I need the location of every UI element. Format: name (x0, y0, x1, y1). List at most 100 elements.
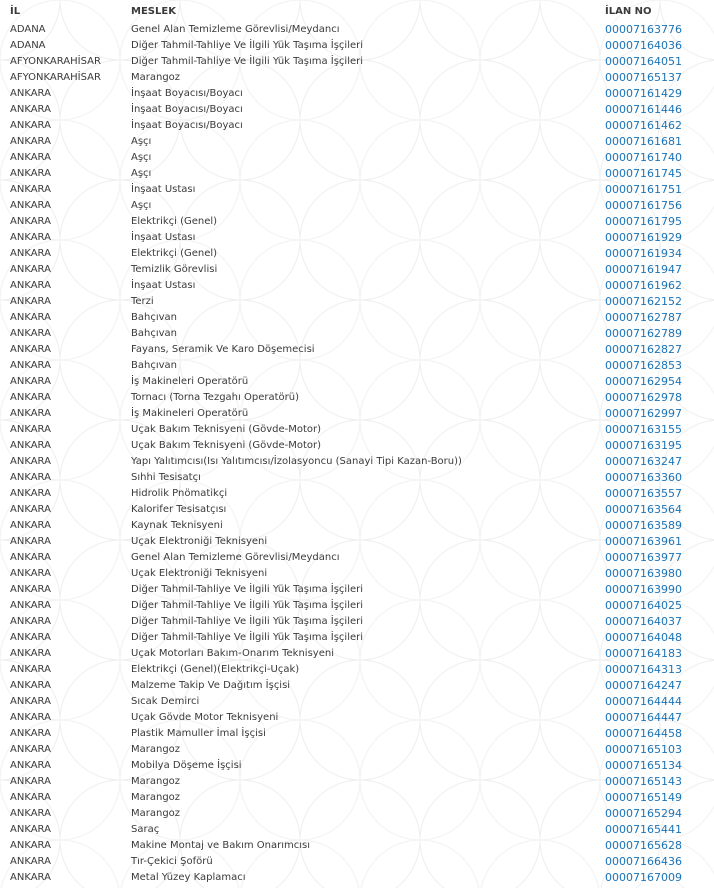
ilan-no-link[interactable]: 00007162954 (605, 375, 682, 388)
table-row: ANKARA Marangoz 00007165103 (0, 742, 714, 758)
ilan-no-link[interactable]: 00007161462 (605, 119, 682, 132)
ilan-no-link[interactable]: 00007162789 (605, 327, 682, 340)
cell-il: ANKARA (10, 152, 51, 163)
cell-il: ANKARA (10, 584, 51, 595)
ilan-no-link[interactable]: 00007161756 (605, 199, 682, 212)
cell-ilan-no: 00007165137 (603, 70, 714, 86)
ilan-no-link[interactable]: 00007161745 (605, 167, 682, 180)
ilan-no-link[interactable]: 00007164444 (605, 695, 682, 708)
ilan-no-link[interactable]: 00007161962 (605, 279, 682, 292)
ilan-no-link[interactable]: 00007163360 (605, 471, 682, 484)
ilan-no-link[interactable]: 00007167009 (605, 871, 682, 884)
header-row: İL MESLEK İLAN NO (0, 0, 714, 22)
ilan-no-link[interactable]: 00007165294 (605, 807, 682, 820)
cell-meslek: Diğer Tahmil-Tahliye Ve İlgili Yük Taşım… (131, 616, 364, 627)
ilan-no-link[interactable]: 00007161929 (605, 231, 682, 244)
ilan-no-link[interactable]: 00007161934 (605, 247, 682, 260)
cell-meslek: Kaynak Teknisyeni (131, 520, 223, 531)
table-row: ANKARA İş Makineleri Operatörü 00007162954 (0, 374, 714, 390)
ilan-no-link[interactable]: 00007164036 (605, 39, 682, 52)
cell-ilan-no: 00007164036 (603, 38, 714, 54)
ilan-no-link[interactable]: 00007163776 (605, 23, 682, 36)
ilan-no-link[interactable]: 00007164037 (605, 615, 682, 628)
ilan-no-link[interactable]: 00007165441 (605, 823, 682, 836)
cell-il: ANKARA (10, 280, 51, 291)
table-row: ANKARA Elektrikçi (Genel) 00007161795 (0, 214, 714, 230)
ilan-no-link[interactable]: 00007164048 (605, 631, 682, 644)
ilan-no-link[interactable]: 00007163247 (605, 455, 682, 468)
cell-il: ANKARA (10, 200, 51, 211)
ilan-no-link[interactable]: 00007162152 (605, 295, 682, 308)
cell-il: AFYONKARAHİSAR (10, 72, 101, 83)
ilan-no-link[interactable]: 00007163155 (605, 423, 682, 436)
ilan-no-link[interactable]: 00007161795 (605, 215, 682, 228)
ilan-no-link[interactable]: 00007165628 (605, 839, 682, 852)
ilan-no-link[interactable]: 00007164447 (605, 711, 682, 724)
ilan-no-link[interactable]: 00007164458 (605, 727, 682, 740)
ilan-no-link[interactable]: 00007161446 (605, 103, 682, 116)
cell-meslek: İnşaat Boyacısı/Boyacı (131, 120, 243, 131)
ilan-no-link[interactable]: 00007164025 (605, 599, 682, 612)
cell-ilan-no: 00007162152 (603, 294, 714, 310)
ilan-no-link[interactable]: 00007161947 (605, 263, 682, 276)
cell-il: ANKARA (10, 344, 51, 355)
ilan-no-link[interactable]: 00007166436 (605, 855, 682, 868)
ilan-no-link[interactable]: 00007163980 (605, 567, 682, 580)
cell-ilan-no: 00007163977 (603, 550, 714, 566)
cell-ilan-no: 00007165294 (603, 806, 714, 822)
table-row: ANKARA Bahçıvan 00007162789 (0, 326, 714, 342)
ilan-no-link[interactable]: 00007161681 (605, 135, 682, 148)
table-row: ANKARA Kaynak Teknisyeni 00007163589 (0, 518, 714, 534)
cell-meslek: İş Makineleri Operatörü (131, 376, 249, 387)
ilan-no-link[interactable]: 00007162978 (605, 391, 682, 404)
cell-ilan-no: 00007163155 (603, 422, 714, 438)
ilan-no-link[interactable]: 00007161429 (605, 87, 682, 100)
ilan-no-link[interactable]: 00007164313 (605, 663, 682, 676)
ilan-no-link[interactable]: 00007162997 (605, 407, 682, 420)
cell-il: ANKARA (10, 392, 51, 403)
ilan-no-link[interactable]: 00007163990 (605, 583, 682, 596)
cell-ilan-no: 00007161962 (603, 278, 714, 294)
ilan-no-link[interactable]: 00007164051 (605, 55, 682, 68)
cell-il: ANKARA (10, 104, 51, 115)
ilan-no-link[interactable]: 00007164183 (605, 647, 682, 660)
cell-meslek: Fayans, Seramik Ve Karo Döşemecisi (131, 344, 315, 355)
ilan-no-link[interactable]: 00007163564 (605, 503, 682, 516)
table-row: ANKARA Makine Montaj ve Bakım Onarımcısı 0… (0, 838, 714, 854)
cell-il: ANKARA (10, 856, 51, 867)
cell-ilan-no: 00007164444 (603, 694, 714, 710)
cell-ilan-no: 00007163776 (603, 22, 714, 38)
ilan-no-link[interactable]: 00007161740 (605, 151, 682, 164)
ilan-no-link[interactable]: 00007162827 (605, 343, 682, 356)
table-row: ANKARA Fayans, Seramik Ve Karo Döşemecisi… (0, 342, 714, 358)
cell-ilan-no: 00007162789 (603, 326, 714, 342)
table-row: AFYONKARAHİSAR Marangoz 00007165137 (0, 70, 714, 86)
ilan-no-link[interactable]: 00007163589 (605, 519, 682, 532)
table-row: ANKARA Plastik Mamuller İmal İşçisi 000071… (0, 726, 714, 742)
ilan-no-link[interactable]: 00007162853 (605, 359, 682, 372)
table-row: ANKARA Marangoz 00007165294 (0, 806, 714, 822)
ilan-no-link[interactable]: 00007164247 (605, 679, 682, 692)
ilan-no-link[interactable]: 00007163557 (605, 487, 682, 500)
ilan-no-link[interactable]: 00007163977 (605, 551, 682, 564)
table-row: ANKARA Malzeme Takip Ve Dağıtım İşçisi 000… (0, 678, 714, 694)
cell-ilan-no: 00007161740 (603, 150, 714, 166)
ilan-no-link[interactable]: 00007163961 (605, 535, 682, 548)
ilan-no-link[interactable]: 00007165137 (605, 71, 682, 84)
table-row: ANKARA Uçak Bakım Teknisyeni (Gövde-Motor… (0, 438, 714, 454)
cell-meslek: Aşçı (131, 200, 152, 211)
cell-ilan-no: 00007161756 (603, 198, 714, 214)
ilan-no-link[interactable]: 00007162787 (605, 311, 682, 324)
ilan-no-link[interactable]: 00007165143 (605, 775, 682, 788)
ilan-no-link[interactable]: 00007165103 (605, 743, 682, 756)
cell-il: ANKARA (10, 296, 51, 307)
ilan-no-link[interactable]: 00007165134 (605, 759, 682, 772)
ilan-no-link[interactable]: 00007163195 (605, 439, 682, 452)
cell-ilan-no: 00007163360 (603, 470, 714, 486)
ilan-no-link[interactable]: 00007165149 (605, 791, 682, 804)
table-row: ANKARA Elektrikçi (Genel)(Elektrikçi-Uçak… (0, 662, 714, 678)
ilan-no-link[interactable]: 00007161751 (605, 183, 682, 196)
table-row: ANKARA Sıcak Demirci 00007164444 (0, 694, 714, 710)
table-row: ANKARA Diğer Tahmil-Tahliye Ve İlgili Yük… (0, 598, 714, 614)
cell-il: ANKARA (10, 472, 51, 483)
